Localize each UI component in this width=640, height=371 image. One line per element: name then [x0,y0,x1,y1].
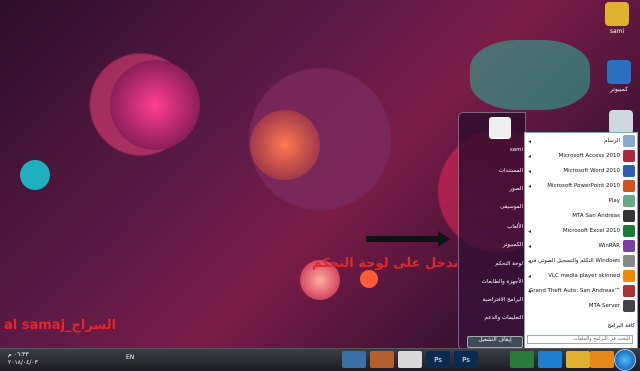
speech-icon [623,255,635,267]
program-label: Grand Theft Auto: San Andreas™ [528,288,620,294]
mta-server-icon [623,300,635,312]
program-item[interactable]: ◂ Microsoft Access 2010 [527,149,635,163]
start-link-games[interactable]: الألعاب [463,224,523,230]
pointer-arrow-head [438,231,450,247]
start-link-control-panel[interactable]: لوحة التحكم [463,261,523,267]
computer-icon [607,60,631,84]
taskbar: ٠٦:٣٣ م ٢٠١٨/٠٤/٠٣ EN Ps Ps [0,348,640,371]
explorer-folder-icon[interactable] [566,351,590,368]
program-label: MTA Server [588,303,620,309]
clock-date: ٢٠١٨/٠٤/٠٣ [8,359,38,366]
program-label: الرسام [604,138,620,144]
start-menu-program-list: ◂ الرسام ◂ Microsoft Access 2010 ◂ Microsof… [524,132,638,348]
taskbar-clock[interactable]: ٠٦:٣٣ م ٢٠١٨/٠٤/٠٣ [8,351,38,367]
photoshop-label: Ps [434,355,442,364]
wallpaper-dot [360,270,378,288]
program-label: WinRAR [598,243,620,249]
start-link-music[interactable]: الموسيقى [463,204,523,210]
program-item[interactable]: ◂ Microsoft Excel 2010 [527,224,635,238]
start-link-devices-printers[interactable]: الأجهزة والطابعات [463,279,523,285]
program-label: MTA San Andreas [572,213,620,219]
desktop-icon-label: sami [609,28,625,35]
program-label: Microsoft Word 2010 [563,168,620,174]
photoshop-label: Ps [462,355,470,364]
wallpaper-swirl [110,60,200,150]
program-item[interactable]: ◂ VLC media player skinned [527,269,635,283]
program-item[interactable]: ◂ الرسام [527,134,635,148]
pointer-arrow [366,236,440,242]
start-link-help[interactable]: التعليمات والدعم [463,315,523,321]
wallpaper-swirl [250,110,320,180]
desktop-computer-icon[interactable]: كمبيوتر [598,60,640,93]
gta-icon [623,285,635,297]
powerpoint-icon [623,180,635,192]
chevron-left-icon: ◂ [528,242,532,250]
start-menu: sami المستندات الصور الموسيقى الألعاب ال… [458,112,638,348]
start-menu-right-pane: sami المستندات الصور الموسيقى الألعاب ال… [458,112,526,348]
word-icon [623,165,635,177]
wallpaper-splash [20,160,50,190]
paint-icon [623,135,635,147]
excel-icon [623,225,635,237]
program-label: Play [608,198,620,204]
program-label: التكلم والتسجيل الصوتي في Windows [529,258,620,264]
photoshop-icon[interactable]: Ps [426,351,450,368]
chevron-left-icon: ◂ [528,137,532,145]
program-item[interactable]: ◂ Grand Theft Auto: San Andreas™ [527,284,635,298]
program-item[interactable]: MTA San Andreas [527,209,635,223]
mta-icon [623,210,635,222]
start-user-name[interactable]: sami [463,147,523,153]
winrar-icon [623,240,635,252]
start-link-documents[interactable]: المستندات [463,168,523,174]
program-label: VLC media player skinned [548,273,620,279]
chevron-left-icon: ◂ [528,272,532,280]
chrome-icon[interactable] [398,351,422,368]
language-indicator[interactable]: EN [126,354,134,361]
media-icon[interactable] [370,351,394,368]
program-item[interactable]: ◂ Microsoft Word 2010 [527,164,635,178]
start-search-input[interactable]: البحث في البرامج والملفات [527,335,633,344]
chevron-left-icon: ◂ [528,182,532,190]
ie-icon[interactable] [538,351,562,368]
photoshop-icon[interactable]: Ps [454,351,478,368]
folder-icon [605,2,629,26]
program-item[interactable]: MTA Server [527,299,635,313]
chevron-left-icon: ◂ [528,227,532,235]
media-player-icon[interactable] [590,351,614,368]
chevron-left-icon: ◂ [528,257,532,265]
desktop-icon-label: كمبيوتر [609,86,629,93]
desktop-folder-icon[interactable]: sami [596,2,638,35]
chevron-left-icon: ◂ [528,167,532,175]
clock-time: ٠٦:٣٣ م [8,351,29,358]
program-label: Microsoft PowerPoint 2010 [547,183,620,189]
program-item[interactable]: ◂ WinRAR [527,239,635,253]
start-button[interactable] [614,349,636,371]
display-icon[interactable] [342,351,366,368]
program-label: Microsoft Access 2010 [558,153,620,159]
start-link-computer[interactable]: الكمبيوتر [463,242,523,248]
program-label: Microsoft Excel 2010 [562,228,620,234]
program-item[interactable]: ◂ التكلم والتسجيل الصوتي في Windows [527,254,635,268]
user-avatar[interactable] [489,117,511,139]
desktop-wallpaper: sami كمبيوتر ندخل على لوحة التحكم al sam… [0,0,640,348]
wallpaper-cloud [470,40,590,110]
vlc-icon [623,270,635,282]
play-icon [623,195,635,207]
chevron-left-icon: ◂ [528,152,532,160]
all-programs-link[interactable]: كافة البرامج [527,323,635,333]
chevron-left-icon: ◂ [528,287,532,295]
watermark: al samaj_السراج [4,318,117,333]
program-item[interactable]: Play [527,194,635,208]
camtasia-icon[interactable] [510,351,534,368]
tutorial-caption: ندخل على لوحة التحكم [312,256,459,271]
start-link-default-programs[interactable]: البرامج الافتراضية [463,297,523,303]
start-link-pictures[interactable]: الصور [463,186,523,192]
shutdown-button[interactable]: إيقاف التشغيل [467,336,523,348]
access-icon [623,150,635,162]
program-item[interactable]: ◂ Microsoft PowerPoint 2010 [527,179,635,193]
